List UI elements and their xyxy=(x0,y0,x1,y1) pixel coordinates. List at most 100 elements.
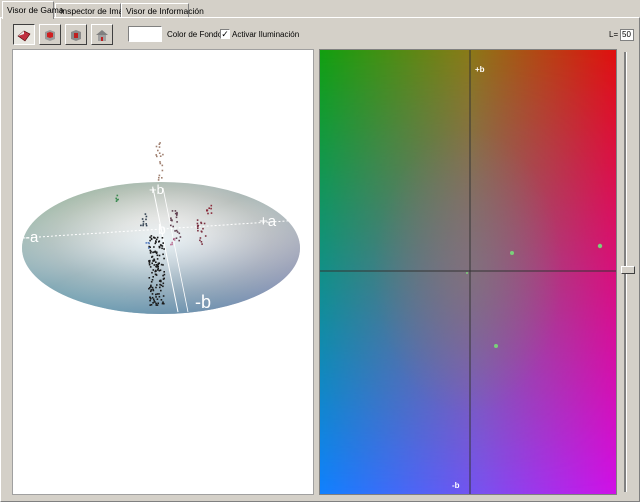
gamut-point xyxy=(171,210,174,212)
plane-point xyxy=(510,251,514,255)
gamut-point xyxy=(149,304,151,306)
gamut-point xyxy=(171,241,173,244)
plus-b-label: +b xyxy=(475,65,485,74)
plane-point xyxy=(597,243,603,249)
gamut-point xyxy=(154,237,156,239)
gamut-3d-canvas: -a +a +b -b b xyxy=(22,142,302,314)
gamut-point xyxy=(161,169,164,172)
gamut-point xyxy=(197,227,199,229)
gamut-point xyxy=(196,222,199,225)
gamut-point xyxy=(115,200,118,202)
tab-info-viewer[interactable]: Visor de Información xyxy=(121,3,204,18)
gamut-point xyxy=(159,155,162,157)
background-color-label: Color de Fondo xyxy=(167,30,223,39)
gamut-point xyxy=(155,286,157,289)
gamut-shape-icon xyxy=(17,30,31,41)
gamut-point xyxy=(150,289,153,291)
gamut-point xyxy=(158,174,161,177)
gamut-point xyxy=(150,290,152,293)
gamut-point xyxy=(155,252,158,255)
gamut-point xyxy=(154,301,156,303)
gamut-point xyxy=(153,246,155,248)
gamut-point xyxy=(162,282,165,285)
gamut-point xyxy=(148,260,151,263)
gamut-3d-view[interactable]: -a +a +b -b b xyxy=(12,49,314,495)
gamut-point xyxy=(150,235,153,237)
gamut-point xyxy=(155,238,158,241)
gamut-point xyxy=(161,164,164,167)
gamut-point xyxy=(203,222,206,225)
gamut-point xyxy=(178,239,180,242)
ab-plane-view[interactable]: +b -b xyxy=(319,49,617,495)
cube-red-icon xyxy=(45,29,55,41)
gamut-point xyxy=(155,296,157,298)
gamut-point xyxy=(200,230,203,233)
gamut-point xyxy=(154,242,157,245)
gamut-view-button[interactable] xyxy=(13,24,35,45)
gamut-point xyxy=(145,215,148,218)
gamut-point xyxy=(142,220,145,223)
box-red-button[interactable] xyxy=(39,24,61,45)
gamut-point xyxy=(142,223,145,225)
gamut-point xyxy=(162,264,164,266)
tab-label: Visor de Gama xyxy=(7,5,64,15)
gamut-point xyxy=(197,224,199,227)
gamut-point xyxy=(160,299,163,301)
gamut-point xyxy=(149,297,152,300)
gamut-point xyxy=(149,266,152,268)
cube-gray-icon xyxy=(71,29,81,41)
gamut-point xyxy=(155,145,158,148)
gamut-point xyxy=(151,271,153,274)
tab-image-inspector[interactable]: Inspector de Imagen xyxy=(55,3,138,18)
gamut-point xyxy=(200,241,203,243)
background-color-swatch[interactable] xyxy=(128,26,162,42)
gamut-point xyxy=(155,154,157,156)
gamut-point xyxy=(149,246,151,248)
plus-a-label: +a xyxy=(259,213,277,230)
gamut-point xyxy=(174,230,176,232)
minus-b-label: -b xyxy=(452,481,460,490)
gamut-point xyxy=(156,155,158,158)
plane-point xyxy=(494,344,498,348)
room-button[interactable] xyxy=(91,24,113,45)
gamut-point xyxy=(161,237,164,239)
gamut-point xyxy=(170,243,172,246)
gamut-point xyxy=(152,276,154,278)
gamut-point xyxy=(162,285,164,288)
gamut-point xyxy=(149,252,152,254)
gamut-point xyxy=(207,212,209,215)
gamut-point xyxy=(116,199,118,201)
gamut-point xyxy=(158,293,160,295)
gamut-point xyxy=(158,146,161,148)
gamut-point xyxy=(152,269,155,271)
gamut-point xyxy=(116,194,119,197)
gamut-point xyxy=(157,302,159,305)
tab-gamut-viewer[interactable]: Visor de Gama xyxy=(2,1,64,19)
lightness-field[interactable]: 50 xyxy=(620,29,634,41)
gamut-point xyxy=(156,254,159,257)
ab-plane-canvas: +b -b xyxy=(320,50,616,494)
gamut-point xyxy=(149,249,151,252)
house-icon xyxy=(96,29,108,41)
lightness-slider-thumb[interactable] xyxy=(621,266,635,274)
gamut-point xyxy=(199,237,202,239)
gamut-point xyxy=(141,218,144,220)
gamut-point xyxy=(158,246,161,249)
lighting-checkbox[interactable]: ✓ xyxy=(220,29,230,39)
gamut-point xyxy=(151,293,154,295)
gamut-point xyxy=(145,224,148,227)
gamut-point xyxy=(173,239,176,241)
gamut-point xyxy=(140,224,142,227)
gamut-point xyxy=(157,267,159,270)
gamut-point xyxy=(148,263,151,266)
gamut-point xyxy=(158,176,160,179)
gamut-point xyxy=(159,161,161,163)
gamut-point xyxy=(199,239,201,242)
gamut-point xyxy=(163,257,165,260)
gamut-point xyxy=(161,302,164,305)
gamut-point xyxy=(148,247,150,249)
box-gray-button[interactable] xyxy=(65,24,87,45)
gamut-point xyxy=(210,212,213,214)
gamut-point xyxy=(210,204,213,207)
gamut-point xyxy=(200,221,202,224)
